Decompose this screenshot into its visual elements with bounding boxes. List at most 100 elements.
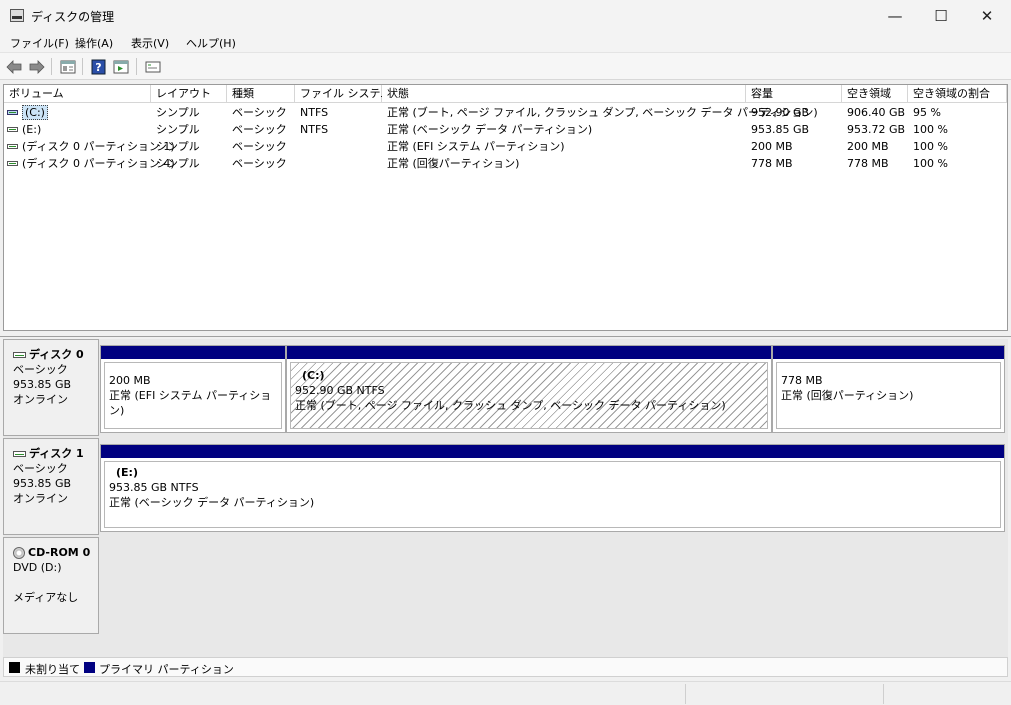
column-header-percent-free[interactable]: 空き領域の割合 [908, 85, 1007, 103]
disk-type: ベーシック [13, 363, 68, 376]
partition-efi[interactable]: 200 MB 正常 (EFI システム パーティション) [100, 345, 286, 433]
layout-cell: シンプル [156, 157, 200, 170]
disk-1-label[interactable]: ディスク 1 ベーシック 953.85 GB オンライン [3, 438, 99, 535]
menu-file[interactable]: ファイル(F) [10, 35, 69, 51]
close-button[interactable]: ✕ [964, 0, 1010, 32]
disk-map: ディスク 0 ベーシック 953.85 GB オンライン 200 MB 正常 (… [3, 339, 1008, 657]
layout-cell: シンプル [156, 123, 200, 136]
capacity-cell: 778 MB [751, 157, 793, 170]
minimize-icon: — [887, 7, 903, 25]
partition-status: 正常 (ベーシック データ パーティション) [109, 496, 315, 509]
hard-disk-icon [13, 451, 26, 457]
filesystem-cell: NTFS [300, 123, 329, 136]
legend: 未割り当て プライマリ パーティション [3, 657, 1008, 677]
forward-button[interactable] [28, 58, 45, 75]
hard-disk-icon [13, 352, 26, 358]
maximize-button[interactable]: ☐ [918, 0, 964, 32]
back-arrow-icon [5, 59, 21, 74]
disk-0-label[interactable]: ディスク 0 ベーシック 953.85 GB オンライン [3, 339, 99, 436]
disk-status: メディアなし [13, 591, 79, 604]
partition-size: 200 MB [109, 374, 151, 387]
volume-name: (C:) [22, 105, 48, 120]
status-bar [0, 681, 1011, 705]
disk-status: オンライン [13, 492, 68, 505]
column-header-type[interactable]: 種類 [227, 85, 295, 103]
layout-cell: シンプル [156, 106, 200, 119]
percent-free-cell: 100 % [913, 157, 948, 170]
primary-partition-bar [773, 346, 1004, 359]
status-cell: 正常 (EFI システム パーティション) [387, 140, 565, 153]
column-header-free-space[interactable]: 空き領域 [842, 85, 908, 103]
free-space-cell: 200 MB [847, 140, 889, 153]
disk-size: 953.85 GB [13, 477, 72, 490]
toolbar-separator [82, 58, 83, 75]
unallocated-swatch [9, 662, 20, 673]
pane-splitter[interactable] [0, 331, 1011, 337]
filesystem-cell [295, 138, 300, 155]
partition-e[interactable]: (E:) 953.85 GB NTFS 正常 (ベーシック データ パーティショ… [100, 444, 1005, 532]
partition-name: (E:) [116, 466, 138, 479]
primary-partition-swatch [84, 662, 95, 673]
partition-recovery[interactable]: 778 MB 正常 (回復パーティション) [772, 345, 1005, 433]
column-header-status[interactable]: 状態 [382, 85, 746, 103]
partition-size: 953.85 GB NTFS [109, 481, 199, 494]
filesystem-cell [295, 155, 300, 172]
disk-status: オンライン [13, 393, 68, 406]
back-button[interactable] [5, 58, 22, 75]
volume-list: ボリューム レイアウト 種類 ファイル システム 状態 容量 空き領域 空き領域… [3, 84, 1008, 331]
minimize-button[interactable]: — [872, 0, 918, 32]
partition-c[interactable]: (C:) 952.90 GB NTFS 正常 (ブート, ページ ファイル, ク… [286, 345, 772, 433]
forward-arrow-icon [29, 59, 45, 74]
column-header-capacity[interactable]: 容量 [746, 85, 842, 103]
primary-partition-bar [287, 346, 771, 359]
column-header-volume[interactable]: ボリューム [4, 85, 151, 103]
capacity-cell: 952.90 GB [751, 106, 810, 119]
show-hide-pane-icon [113, 60, 128, 73]
primary-partition-bar [101, 346, 285, 359]
status-cell: 正常 (ベーシック データ パーティション) [387, 123, 593, 136]
free-space-cell: 906.40 GB [847, 106, 906, 119]
menu-help[interactable]: ヘルプ(H) [186, 35, 236, 51]
cdrom-0-row: CD-ROM 0 DVD (D:) メディアなし [3, 537, 1008, 634]
layout-cell: シンプル [156, 140, 200, 153]
volume-drive-icon [7, 161, 18, 166]
toolbar-separator [51, 58, 52, 75]
legend-primary: プライマリ パーティション [99, 663, 234, 676]
properties-icon [60, 60, 75, 73]
close-icon: ✕ [980, 7, 994, 25]
percent-free-cell: 100 % [913, 140, 948, 153]
help-button[interactable]: ? [90, 58, 107, 75]
status-divider [685, 684, 686, 704]
volume-drive-icon [7, 127, 18, 132]
percent-free-cell: 95 % [913, 106, 941, 119]
partition-status: 正常 (EFI システム パーティション) [109, 389, 272, 417]
legend-unallocated: 未割り当て [25, 663, 80, 676]
column-header-filesystem[interactable]: ファイル システム [295, 85, 391, 103]
console-button[interactable] [144, 58, 161, 75]
menu-bar: ファイル(F) 操作(A) 表示(V) ヘルプ(H) [0, 32, 1011, 53]
type-cell: ベーシック [232, 140, 287, 153]
type-cell: ベーシック [232, 123, 287, 136]
disk-type: ベーシック [13, 462, 68, 475]
partition-size: 952.90 GB NTFS [295, 384, 385, 397]
help-icon: ? [91, 59, 106, 74]
partition-status: 正常 (回復パーティション) [781, 389, 914, 402]
disk-name: ディスク 1 [29, 447, 84, 460]
partition-size: 778 MB [781, 374, 823, 387]
cdrom-0-label[interactable]: CD-ROM 0 DVD (D:) メディアなし [3, 537, 99, 634]
toolbar-separator [136, 58, 137, 75]
disk-type: DVD (D:) [13, 561, 62, 574]
cd-rom-icon [13, 547, 25, 559]
properties-button[interactable] [59, 58, 76, 75]
volume-drive-icon [7, 110, 18, 115]
primary-partition-bar [101, 445, 1004, 458]
column-header-layout[interactable]: レイアウト [151, 85, 227, 103]
disk-name: ディスク 0 [29, 348, 84, 361]
menu-action[interactable]: 操作(A) [75, 35, 113, 51]
status-cell: 正常 (回復パーティション) [387, 157, 520, 170]
show-hide-pane-button[interactable] [112, 58, 129, 75]
partition-status: 正常 (ブート, ページ ファイル, クラッシュ ダンプ, ベーシック データ … [295, 399, 726, 412]
percent-free-cell: 100 % [913, 123, 948, 136]
type-cell: ベーシック [232, 157, 287, 170]
menu-view[interactable]: 表示(V) [131, 35, 169, 51]
